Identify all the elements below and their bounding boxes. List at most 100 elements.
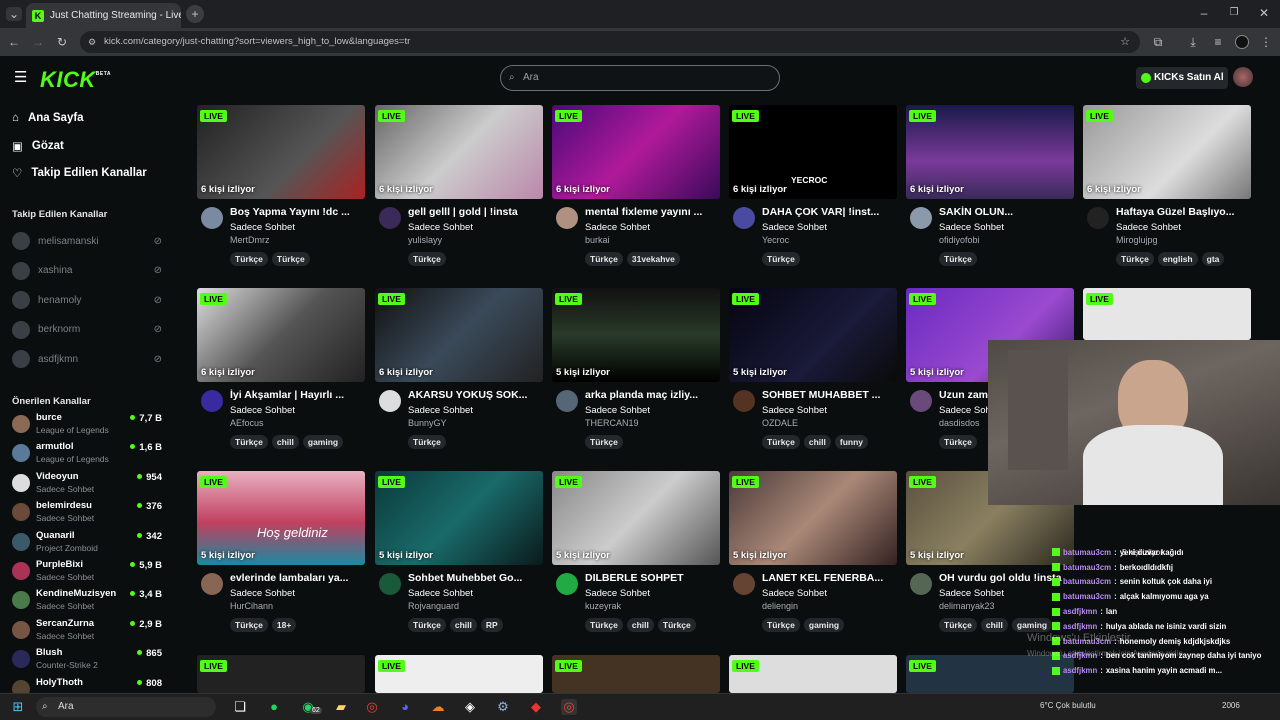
- streamer-name[interactable]: dasdisdos: [939, 418, 980, 428]
- stream-card[interactable]: LIVE 6 kişi izliyor YECROC DAHA ÇOK VAR| !i…: [729, 105, 897, 266]
- chrome-icon[interactable]: ◎: [364, 699, 380, 715]
- stream-thumbnail[interactable]: LIVE 6 kişi izliyor: [906, 105, 1074, 199]
- tag[interactable]: Türkçe: [939, 252, 977, 266]
- followed-channel[interactable]: berknorm ⊘: [12, 319, 162, 341]
- stream-category[interactable]: Sadece Sohbet: [939, 588, 1004, 599]
- stream-category[interactable]: Sadece Sohbet: [939, 222, 1004, 233]
- stream-title[interactable]: gell gelll | gold | !insta: [408, 206, 543, 218]
- tag[interactable]: Türkçe: [762, 435, 800, 449]
- tag[interactable]: gta: [1201, 252, 1225, 266]
- buy-kicks-button[interactable]: KICKs Satın Al: [1136, 67, 1228, 89]
- stream-card[interactable]: LIVE 5 kişi izliyor Sohbet Muhebbet Go... S…: [375, 471, 543, 632]
- close-window-icon[interactable]: ✕: [1256, 6, 1272, 20]
- forward-icon[interactable]: →: [30, 35, 46, 49]
- streamer-avatar[interactable]: [556, 390, 578, 412]
- tag[interactable]: 31vekahve: [626, 252, 680, 266]
- windows-start-icon[interactable]: ⊞: [10, 699, 26, 715]
- tag[interactable]: gaming: [1011, 618, 1053, 632]
- streamer-name[interactable]: Rojvanguard: [408, 601, 459, 611]
- stream-title[interactable]: Boş Yapma Yayını !dc ...: [230, 206, 365, 218]
- recommended-channel[interactable]: burce League of Legends 7,7 B: [12, 410, 162, 438]
- stream-category[interactable]: Sadece Sohbet: [762, 588, 827, 599]
- tag[interactable]: Türkçe: [762, 618, 800, 632]
- stream-card[interactable]: LIVE 6 kişi izliyor AKARSU YOKUŞ SOK... Sad…: [375, 288, 543, 449]
- tag[interactable]: Türkçe: [585, 618, 623, 632]
- user-avatar[interactable]: [1233, 67, 1253, 87]
- download-icon[interactable]: ⤓: [1185, 35, 1201, 49]
- stream-card[interactable]: LIVE 5 kişi izliyor DILBERLE SOHPET Sadece …: [552, 471, 720, 632]
- streamer-name[interactable]: BunnyGY: [408, 418, 447, 428]
- back-icon[interactable]: ←: [6, 35, 22, 49]
- recommended-channel[interactable]: armutlol League of Legends 1,6 B: [12, 439, 162, 467]
- tag[interactable]: Türkçe: [1116, 252, 1154, 266]
- tag[interactable]: Türkçe: [230, 618, 268, 632]
- tag[interactable]: Türkçe: [657, 618, 696, 632]
- stream-category[interactable]: Sadece Soh: [939, 405, 991, 416]
- streamer-avatar[interactable]: [379, 207, 401, 229]
- nav-home[interactable]: ⌂ Ana Sayfa: [12, 112, 84, 124]
- site-info-icon[interactable]: ⚙: [88, 31, 96, 53]
- stream-title[interactable]: DILBERLE SOHPET: [585, 572, 720, 584]
- streamer-name[interactable]: burkai: [585, 235, 610, 245]
- streamer-name[interactable]: kuzeyrak: [585, 601, 621, 611]
- stream-title[interactable]: İyi Akşamlar | Hayırlı ...: [230, 389, 365, 401]
- stream-card[interactable]: LIVE 6 kişi izliyor mental fixleme yayını …: [552, 105, 720, 266]
- tag[interactable]: Türkçe: [230, 435, 268, 449]
- stream-thumbnail[interactable]: LIVE 5 kişi izliyor: [375, 471, 543, 565]
- streamer-avatar[interactable]: [379, 390, 401, 412]
- tag[interactable]: Türkçe: [939, 618, 977, 632]
- browser-menu-icon[interactable]: ⋮: [1258, 35, 1274, 49]
- tab-search-icon[interactable]: ⌄: [6, 7, 22, 21]
- followed-channel[interactable]: henamoly ⊘: [12, 289, 162, 311]
- streamer-name[interactable]: Yecroc: [762, 235, 789, 245]
- stream-card[interactable]: LIVE 5 kişi izliyor Hoş geldiniz evlerinde …: [197, 471, 365, 632]
- stream-title[interactable]: evlerinde lambaları ya...: [230, 572, 365, 584]
- hamburger-menu-icon[interactable]: ☰: [14, 70, 27, 85]
- recommended-channel[interactable]: Videoyun Sadece Sohbet 954: [12, 469, 162, 497]
- stream-title[interactable]: AKARSU YOKUŞ SOK...: [408, 389, 543, 401]
- stream-thumbnail[interactable]: LIVE: [729, 655, 897, 693]
- stream-category[interactable]: Sadece Sohbet: [585, 222, 650, 233]
- streamer-avatar[interactable]: [556, 207, 578, 229]
- stream-category[interactable]: Sadece Sohbet: [762, 222, 827, 233]
- streamer-avatar[interactable]: [733, 390, 755, 412]
- tag[interactable]: Türkçe: [271, 252, 310, 266]
- extensions-icon[interactable]: ⧉: [1150, 35, 1166, 49]
- streamer-avatar[interactable]: [201, 390, 223, 412]
- recommended-channel[interactable]: belemirdesu Sadece Sohbet 376: [12, 498, 162, 526]
- tag[interactable]: chill: [271, 435, 299, 449]
- stream-thumbnail[interactable]: LIVE: [552, 655, 720, 693]
- tag[interactable]: chill: [449, 618, 477, 632]
- stream-card[interactable]: LIVE 6 kişi izliyor gell gelll | gold | !i…: [375, 105, 543, 266]
- tag[interactable]: Türkçe: [939, 435, 977, 449]
- stream-category[interactable]: Sadece Sohbet: [230, 222, 295, 233]
- browser-tab[interactable]: K Just Chatting Streaming - Live S ✕: [26, 3, 181, 28]
- stream-thumbnail[interactable]: LIVE 6 kişi izliyor: [197, 288, 365, 382]
- stream-title[interactable]: Haftaya Güzel Başlıyo...: [1116, 206, 1251, 218]
- streamer-avatar[interactable]: [733, 573, 755, 595]
- stream-thumbnail[interactable]: LIVE 6 kişi izliyor YECROC: [729, 105, 897, 199]
- tag[interactable]: chill: [803, 435, 831, 449]
- stream-thumbnail[interactable]: LIVE: [375, 655, 543, 693]
- stream-thumbnail[interactable]: LIVE 6 kişi izliyor: [197, 105, 365, 199]
- cloud-icon[interactable]: ☁: [430, 699, 446, 715]
- stream-title[interactable]: SAKİN OLUN...: [939, 206, 1074, 218]
- stream-card[interactable]: LIVE 6 kişi izliyor Haftaya Güzel Başlıyo.…: [1083, 105, 1251, 266]
- stream-category[interactable]: Sadece Sohbet: [408, 588, 473, 599]
- stream-thumbnail[interactable]: LIVE 5 kişi izliyor: [729, 288, 897, 382]
- streamer-name[interactable]: deliengin: [762, 601, 798, 611]
- followed-channel[interactable]: asdfjkmn ⊘: [12, 348, 162, 370]
- streamer-name[interactable]: HurCihann: [230, 601, 273, 611]
- reload-icon[interactable]: ↻: [54, 35, 70, 49]
- stream-category[interactable]: Sadece Sohbet: [408, 405, 473, 416]
- stream-thumbnail[interactable]: LIVE 5 kişi izliyor Hoş geldiniz: [197, 471, 365, 565]
- stream-card[interactable]: LIVE 5 kişi izliyor LANET KEL FENERBA... Sa…: [729, 471, 897, 632]
- streamer-avatar[interactable]: [910, 390, 932, 412]
- maximize-icon[interactable]: ❐: [1226, 6, 1242, 20]
- recommended-channel[interactable]: Quanaril Project Zomboid 342: [12, 528, 162, 556]
- nav-browse[interactable]: ▣ Gözat: [12, 139, 64, 153]
- weather-widget[interactable]: 6°C Çok bulutlu: [1040, 701, 1096, 710]
- streamer-name[interactable]: AEfocus: [230, 418, 264, 428]
- followed-channel[interactable]: xashina ⊘: [12, 260, 162, 282]
- stream-category[interactable]: Sadece Sohbet: [230, 588, 295, 599]
